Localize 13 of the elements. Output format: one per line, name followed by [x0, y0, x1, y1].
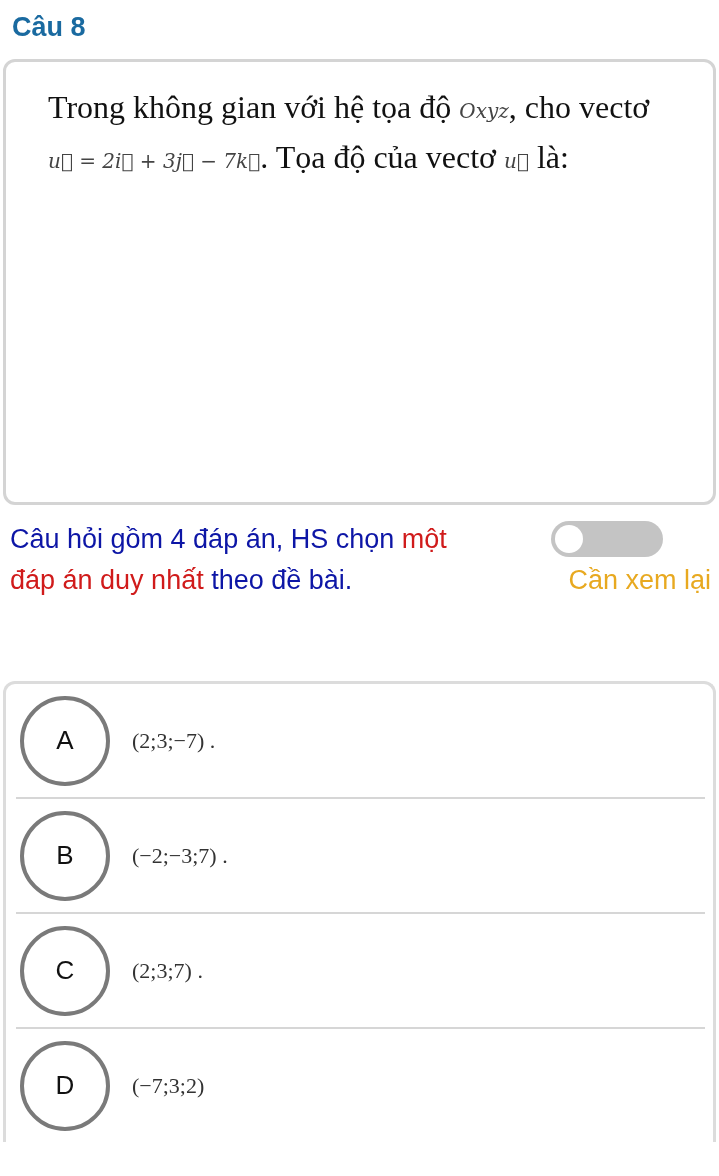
option-letter-button[interactable]: C [20, 925, 110, 1016]
option-text: (−7;3;2) [132, 1072, 205, 1099]
review-label: Cần xem lại [568, 565, 711, 596]
question-text: Trong không gian với hệ tọa độ Oxyz, cho vectơ u⃗ = 2i⃗ + 3j⃗ − 7k⃗. Tọa độ của vectơ u⃗ là: [48, 88, 651, 177]
option-text: (2;3;−7) . [132, 727, 216, 754]
option-letter-button[interactable]: D [20, 1040, 110, 1131]
option-text: (−2;−3;7) . [132, 842, 228, 869]
instruction-text: Câu hỏi gồm 4 đáp án, HS chọn một đáp án duy nhất theo đề bài. [10, 523, 448, 597]
option-letter-button[interactable]: B [20, 810, 110, 901]
question-title: Câu 8 [12, 12, 86, 43]
option-text: (2;3;7) . [132, 957, 203, 984]
review-toggle[interactable] [551, 521, 663, 557]
option-letter-button[interactable]: A [20, 695, 110, 786]
